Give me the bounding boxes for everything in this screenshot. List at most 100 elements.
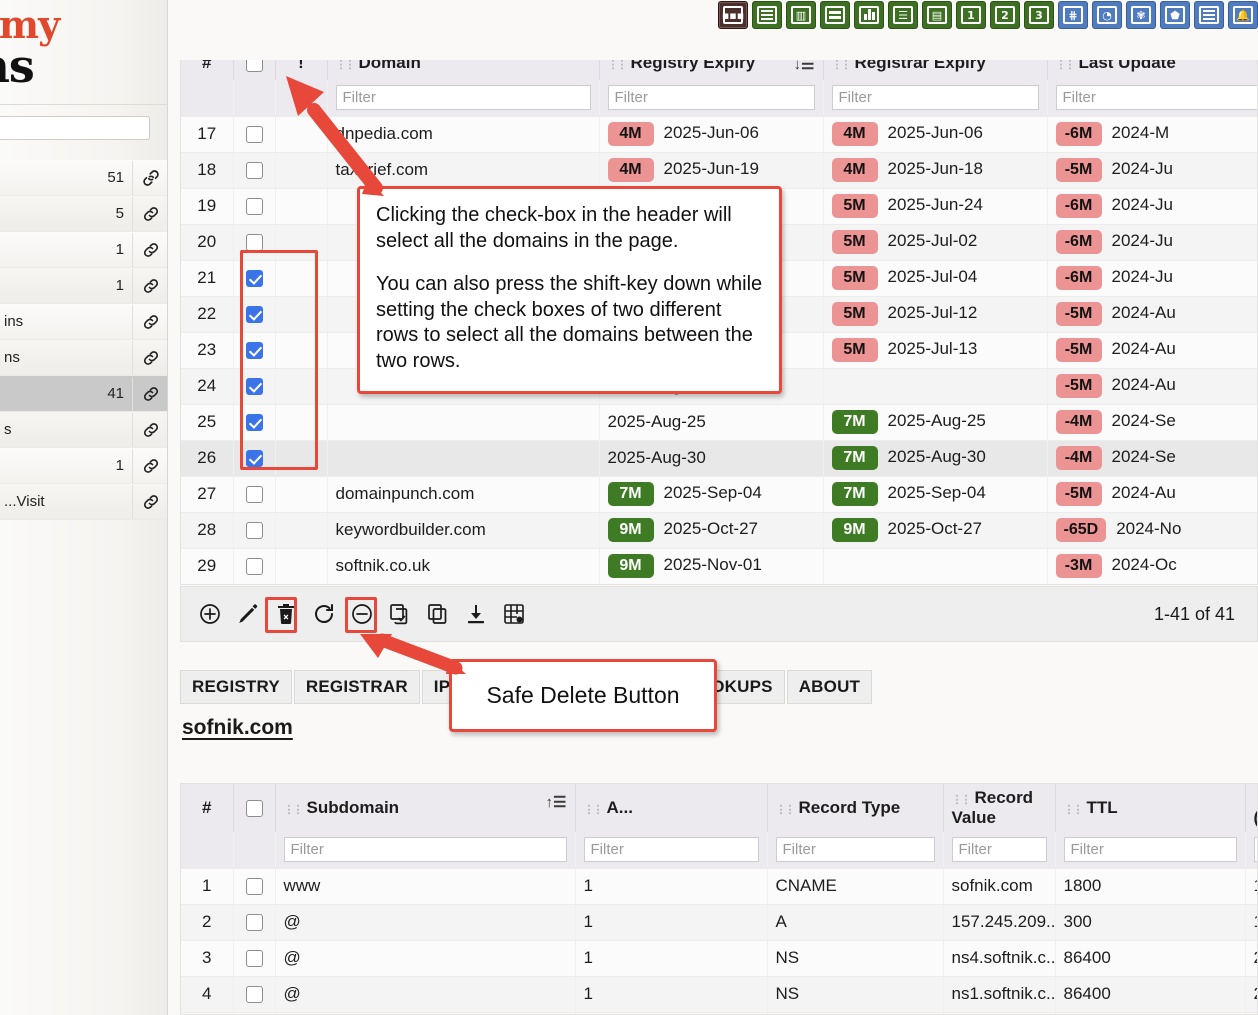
subdomain-filter-input[interactable] [283, 837, 567, 863]
row-select-cell[interactable] [233, 476, 276, 513]
row-checkbox[interactable] [245, 126, 263, 144]
row-domain[interactable]: domainpunch.com [327, 476, 600, 513]
sidebar-item-9[interactable]: Visit... [0, 484, 167, 520]
sidebar-item-2[interactable]: 1 [0, 232, 167, 268]
header-registry-expiry[interactable]: ⋮⋮ Registry Expiry ↓☰ [599, 60, 824, 80]
copy-button[interactable] [423, 599, 453, 629]
dns-header-ttl[interactable]: ⋮⋮ TTL [1055, 784, 1246, 832]
link-icon[interactable] [132, 232, 167, 267]
sidebar-item-7[interactable]: s [0, 412, 167, 448]
sort-descending-icon[interactable]: ↓☰ [794, 60, 815, 73]
alert-bell-icon[interactable]: 🔔 [1228, 1, 1258, 29]
table-row[interactable]: 25 2025-Aug-25 7M 2025-Aug-25 -4M 2024-Se [181, 404, 1257, 441]
group-3-icon[interactable]: 3 [1024, 1, 1054, 29]
tab-registry[interactable]: REGISTRY [180, 670, 292, 704]
registrar-expiry-filter-input[interactable] [831, 85, 1039, 111]
select-copy-button[interactable] [385, 599, 415, 629]
link-icon[interactable] [132, 484, 167, 519]
header-row-number[interactable]: # [181, 60, 234, 80]
gear-icon[interactable]: ✾ [1126, 1, 1156, 29]
dns-header-record-type[interactable]: ⋮⋮ Record Type [767, 784, 944, 832]
header-last-update[interactable]: ⋮⋮ Last Update [1047, 60, 1257, 80]
dns-row-subdomain[interactable]: www [275, 868, 576, 905]
column-grip-icon[interactable]: ⋮⋮ [584, 804, 604, 816]
dns-row-subdomain[interactable]: @ [275, 976, 576, 1013]
broken-link-icon[interactable] [132, 160, 167, 195]
a-filter-input[interactable] [583, 837, 759, 863]
row-checkbox[interactable] [245, 162, 263, 180]
download-button[interactable] [461, 599, 491, 629]
row-domain[interactable]: keywordbuilder.com [327, 512, 600, 549]
record-value-filter-input[interactable] [951, 837, 1047, 863]
header-select-all-cell[interactable] [233, 60, 276, 80]
log-icon[interactable] [1194, 1, 1224, 29]
column-grip-icon[interactable]: ⋮⋮ [336, 60, 356, 71]
table-row[interactable]: 3 @1NSns4.softnik.c...86400208.80.127. [181, 940, 1257, 977]
row-checkbox[interactable] [245, 234, 263, 252]
selected-domain-title[interactable]: sofnik.com [182, 716, 293, 740]
split-view-icon[interactable] [820, 1, 850, 29]
dns-row-select-cell[interactable] [233, 904, 276, 941]
group-2-icon[interactable]: 2 [990, 1, 1020, 29]
server-view-icon[interactable]: ▤ [922, 1, 952, 29]
dns-row-select-cell[interactable] [233, 868, 276, 905]
table-row[interactable]: 26 2025-Aug-30 7M 2025-Aug-30 -4M 2024-Se [181, 440, 1257, 477]
dns-header-subdomain[interactable]: ⋮⋮ Subdomain ↑☰ [275, 784, 576, 832]
group-1-icon[interactable]: 1 [956, 1, 986, 29]
sidebar-item-5[interactable]: ns [0, 340, 167, 376]
table-row[interactable]: 27 domainpunch.com 7M 2025-Sep-04 7M 2025-Sep… [181, 476, 1257, 513]
sidebar-item-1[interactable]: 5 [0, 196, 167, 232]
dns-row-checkbox[interactable] [245, 878, 263, 896]
last-update-filter-input[interactable] [1055, 85, 1257, 111]
ttl-filter-input[interactable] [1063, 837, 1237, 863]
dns-row-subdomain[interactable]: @ [275, 904, 576, 941]
dns-row-select-cell[interactable] [233, 976, 276, 1013]
list-view-icon[interactable] [752, 1, 782, 29]
header-registrar-expiry[interactable]: ⋮⋮ Registrar Expiry [823, 60, 1048, 80]
edit-domain-button[interactable] [233, 599, 263, 629]
link-icon[interactable] [132, 448, 167, 483]
sidebar-item-4[interactable]: ins [0, 304, 167, 340]
ip-dns-filter-input[interactable] [1253, 837, 1257, 863]
registrar-view-icon[interactable]: ▥ [786, 1, 816, 29]
column-grip-icon[interactable]: ⋮⋮ [608, 60, 628, 71]
dns-header-ip-dns[interactable]: ⋮⋮IP (DNS) [1245, 784, 1258, 832]
row-domain[interactable] [327, 440, 600, 477]
row-checkbox[interactable] [245, 522, 263, 540]
details-view-icon[interactable]: ☰ [888, 1, 918, 29]
refresh-button[interactable] [309, 599, 339, 629]
row-select-cell[interactable] [233, 116, 276, 153]
column-grip-icon[interactable]: ⋮⋮ [1064, 804, 1084, 816]
link-icon[interactable] [132, 196, 167, 231]
speed-gauge-icon[interactable]: ◔ [1092, 1, 1122, 29]
dns-header-record-value[interactable]: ⋮⋮ Record Value [943, 784, 1056, 832]
row-select-cell[interactable] [233, 152, 276, 189]
table-row[interactable]: 28 keywordbuilder.com 9M 2025-Oct-27 9M 2025-… [181, 512, 1257, 549]
settings-grid-icon[interactable]: ⋕ [1058, 1, 1088, 29]
sidebar-item-8[interactable]: 1 [0, 448, 167, 484]
link-icon[interactable] [132, 268, 167, 303]
link-icon[interactable] [132, 340, 167, 375]
dns-row-select-cell[interactable] [233, 940, 276, 977]
row-domain[interactable] [327, 404, 600, 441]
dns-row-checkbox[interactable] [245, 986, 263, 1004]
row-domain[interactable]: softnik.co.uk [327, 548, 600, 584]
dns-row-checkbox[interactable] [245, 914, 263, 932]
calendar-view-icon[interactable]: ▪▪▪ [718, 1, 748, 29]
column-grip-icon[interactable]: ⋮⋮ [832, 60, 852, 71]
row-select-cell[interactable] [233, 512, 276, 549]
table-row[interactable]: 29 softnik.co.uk 9M 2025-Nov-01 -3M 2024-Oc [181, 548, 1257, 584]
dns-select-all-checkbox[interactable] [245, 800, 263, 818]
column-grip-icon[interactable]: ⋮⋮ [776, 804, 796, 816]
link-icon[interactable] [132, 304, 167, 339]
column-grip-icon[interactable]: ⋮⋮ [1254, 794, 1258, 806]
add-domain-button[interactable] [195, 599, 225, 629]
table-row[interactable]: 2 @1A157.245.209....300157.245.20. [181, 904, 1257, 941]
registry-expiry-filter-input[interactable] [607, 85, 815, 111]
chart-view-icon[interactable] [854, 1, 884, 29]
link-icon[interactable] [132, 412, 167, 447]
column-grip-icon[interactable]: ⋮⋮ [284, 804, 304, 816]
table-row[interactable]: 1www1CNAMEsofnik.com1800157.245.20. [181, 868, 1257, 905]
dns-row-checkbox[interactable] [245, 950, 263, 968]
row-select-cell[interactable] [233, 188, 276, 225]
